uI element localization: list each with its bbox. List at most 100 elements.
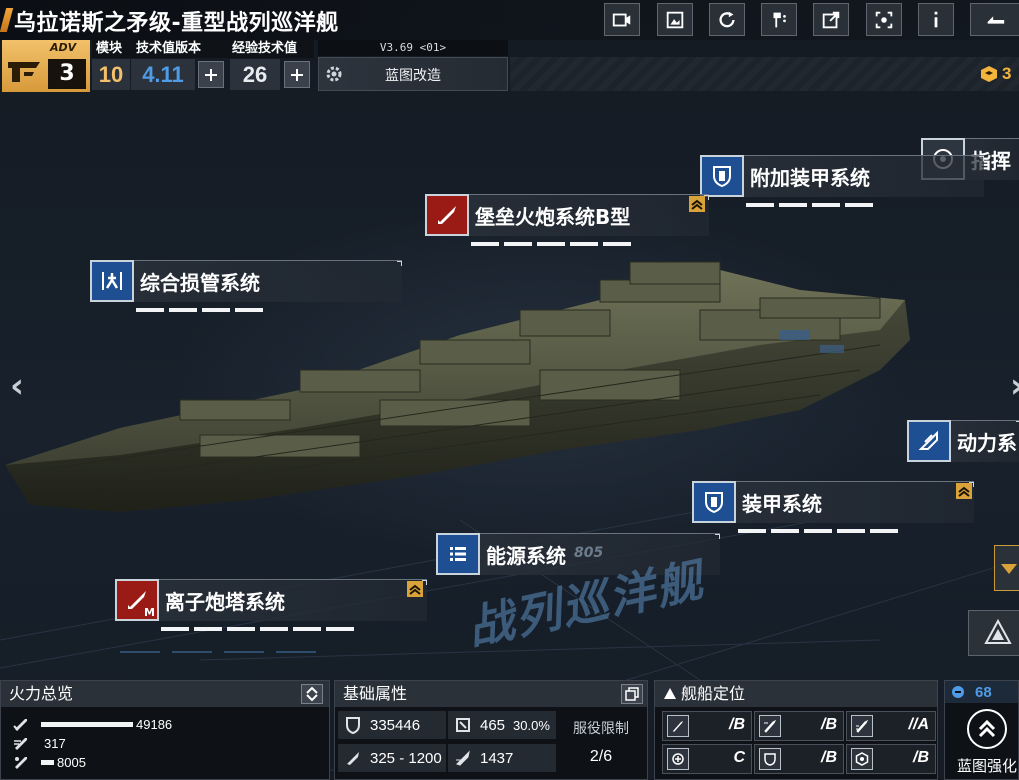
enhance-arrows-icon — [967, 709, 1007, 749]
record-video-button[interactable] — [604, 3, 640, 36]
adv-label: ADV — [50, 41, 77, 54]
role-support[interactable]: C — [662, 744, 752, 774]
shield-icon — [700, 155, 744, 197]
exp-tech-label: 经验技术值 — [228, 40, 314, 58]
system-damage-control[interactable]: 综合损管系统 — [90, 260, 402, 312]
thruster-icon — [907, 420, 951, 462]
firepower-title: 火力总览 — [1, 681, 329, 707]
view-icon — [875, 11, 893, 28]
attributes-expand-button[interactable] — [621, 684, 643, 704]
blueprint-modify-button[interactable]: 蓝图改造 — [318, 57, 508, 91]
role-siege[interactable]: /B — [754, 711, 844, 741]
armor-value: 465 — [480, 716, 506, 734]
exp-tech-add-button[interactable] — [284, 61, 310, 88]
system-damage-control-name: 综合损管系统 — [140, 271, 260, 295]
role-defense[interactable]: /B — [754, 744, 844, 774]
firepower-value: 49186 — [136, 716, 173, 732]
shield-icon — [759, 748, 781, 770]
role-durability[interactable]: /B — [846, 744, 936, 774]
cannon-icon — [667, 715, 689, 737]
firepower-row: 8005 — [13, 753, 86, 771]
role-assault[interactable]: /B — [662, 711, 752, 741]
speed-icon — [347, 752, 359, 765]
prev-ship-arrow[interactable]: ‹ — [10, 366, 24, 406]
tech-version-add-button[interactable] — [198, 61, 224, 88]
thruster-icon — [456, 750, 470, 766]
role-grade: /B — [821, 749, 837, 766]
firepower-panel: 火力总览 49186 317 8005 — [0, 680, 330, 780]
refresh-button[interactable] — [709, 3, 745, 36]
armor-percent: 30.0% — [513, 717, 550, 733]
upgrade-icon — [407, 581, 423, 597]
speed-value: 325 - 1200 — [370, 749, 442, 767]
missile-icon: M — [115, 579, 159, 621]
system-extra-armor[interactable]: 附加装甲系统 — [700, 155, 985, 207]
system-fortress-gun[interactable]: 堡垒火炮系统B型 — [425, 194, 710, 246]
service-limit: 服役限制 2/6 — [556, 706, 646, 766]
system-ion-turret[interactable]: M 离子炮塔系统 — [115, 579, 427, 631]
list-icon — [436, 533, 480, 575]
firepower-toggle-button[interactable] — [301, 684, 323, 704]
info-button[interactable] — [918, 3, 954, 36]
armor-stat: 465 30.0% — [448, 711, 556, 739]
role-firepower[interactable]: //A — [846, 711, 936, 741]
system-fortress-gun-name: 堡垒火炮系统B型 — [475, 205, 631, 229]
armor-plate-icon — [456, 718, 470, 732]
firepower-bar — [41, 721, 133, 727]
gallery-button[interactable] — [657, 3, 693, 36]
chevron-updown-icon — [306, 686, 318, 702]
share-button[interactable] — [813, 3, 849, 36]
target-icon — [667, 748, 689, 770]
refresh-icon — [719, 11, 735, 27]
system-ion-turret-name: 离子炮塔系统 — [165, 590, 285, 614]
currency-display[interactable]: 3 — [980, 64, 1011, 84]
blueprint-modify-label: 蓝图改造 — [385, 68, 441, 84]
paint-button[interactable] — [761, 3, 797, 36]
exit-icon — [987, 15, 1005, 24]
view-mode-button[interactable] — [866, 3, 902, 36]
system-power-name: 动力系 — [957, 431, 1017, 455]
system-level-bars — [471, 242, 631, 246]
exp-tech-value: 26 — [230, 59, 280, 90]
side-toggle-button[interactable] — [994, 545, 1019, 591]
service-limit-value: 2/6 — [589, 748, 613, 765]
plus-icon — [205, 68, 217, 81]
role-grade: /B — [821, 716, 837, 733]
next-ship-arrow[interactable]: › — [1010, 366, 1019, 406]
role-grade: /B — [729, 716, 745, 733]
shield-stat: 1437 — [448, 744, 556, 772]
weapon-icon — [13, 719, 27, 731]
ship-title: 乌拉诺斯之矛级-重型战列巡洋舰 — [14, 11, 339, 36]
firepower-bar — [41, 759, 54, 765]
emblem-icon — [984, 618, 1012, 644]
system-level-bars — [746, 203, 873, 207]
service-limit-label: 服役限制 — [573, 721, 629, 737]
shield-icon — [692, 481, 736, 523]
artillery-icon — [759, 715, 781, 737]
aa-gun-icon — [15, 757, 27, 769]
system-level-bars — [738, 529, 898, 533]
firepower-row: 317 — [13, 734, 66, 752]
currency-value: 3 — [1002, 64, 1012, 83]
exit-button[interactable] — [970, 3, 1019, 36]
paint-icon — [773, 12, 786, 27]
side-emblem-button[interactable] — [968, 610, 1019, 656]
turret-size-tag: M — [144, 606, 155, 619]
system-power[interactable]: 动力系 — [907, 420, 1019, 464]
hex-icon — [851, 748, 873, 770]
video-icon — [612, 13, 631, 26]
blueprint-token-icon — [952, 686, 964, 698]
upgrade-icon — [956, 483, 972, 499]
system-extra-armor-name: 附加装甲系统 — [750, 166, 870, 190]
blueprint-enhance-button[interactable]: 68 蓝图强化 — [944, 680, 1019, 780]
firepower-value: 317 — [44, 735, 66, 751]
system-level-bars — [161, 627, 354, 631]
enhance-label: 蓝图强化 — [957, 757, 1018, 775]
hp-value: 335446 — [370, 716, 421, 734]
system-armor[interactable]: 装甲系统 — [692, 481, 974, 533]
firepower-row: 49186 — [13, 715, 172, 733]
enhance-count-bar: 68 — [945, 681, 1018, 703]
module-value: 10 — [92, 59, 130, 90]
attributes-title: 基础属性 — [335, 681, 647, 707]
tech-version-label: 技术值版本 — [132, 40, 228, 58]
